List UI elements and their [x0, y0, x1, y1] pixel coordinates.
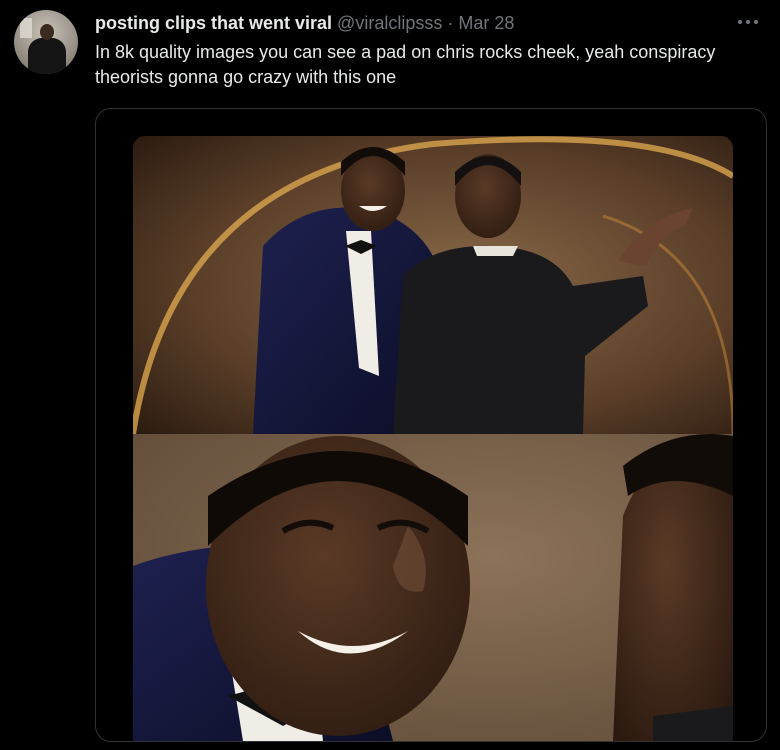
more-dot [754, 20, 758, 24]
tweet-header: posting clips that went viral @viralclip… [95, 11, 514, 35]
more-dot [738, 20, 742, 24]
tweet[interactable]: posting clips that went viral @viralclip… [0, 0, 780, 750]
more-horizontal-icon[interactable] [738, 14, 758, 30]
avatar[interactable] [14, 10, 78, 74]
author-display-name[interactable]: posting clips that went viral [95, 13, 332, 34]
more-dot [746, 20, 750, 24]
media-card[interactable] [95, 108, 767, 742]
avatar-figure-body [28, 38, 66, 74]
tweet-date[interactable]: Mar 28 [458, 13, 514, 34]
top-panel [133, 136, 733, 435]
avatar-background-frame [20, 18, 32, 38]
bottom-panel [133, 434, 733, 741]
avatar-figure-head [40, 24, 54, 40]
tweet-photo[interactable] [133, 136, 733, 741]
header-separator: · [447, 12, 454, 33]
author-handle[interactable]: @viralclipsss [337, 13, 442, 34]
photo-collage [133, 136, 733, 741]
tweet-text: In 8k quality images you can see a pad o… [95, 42, 716, 87]
